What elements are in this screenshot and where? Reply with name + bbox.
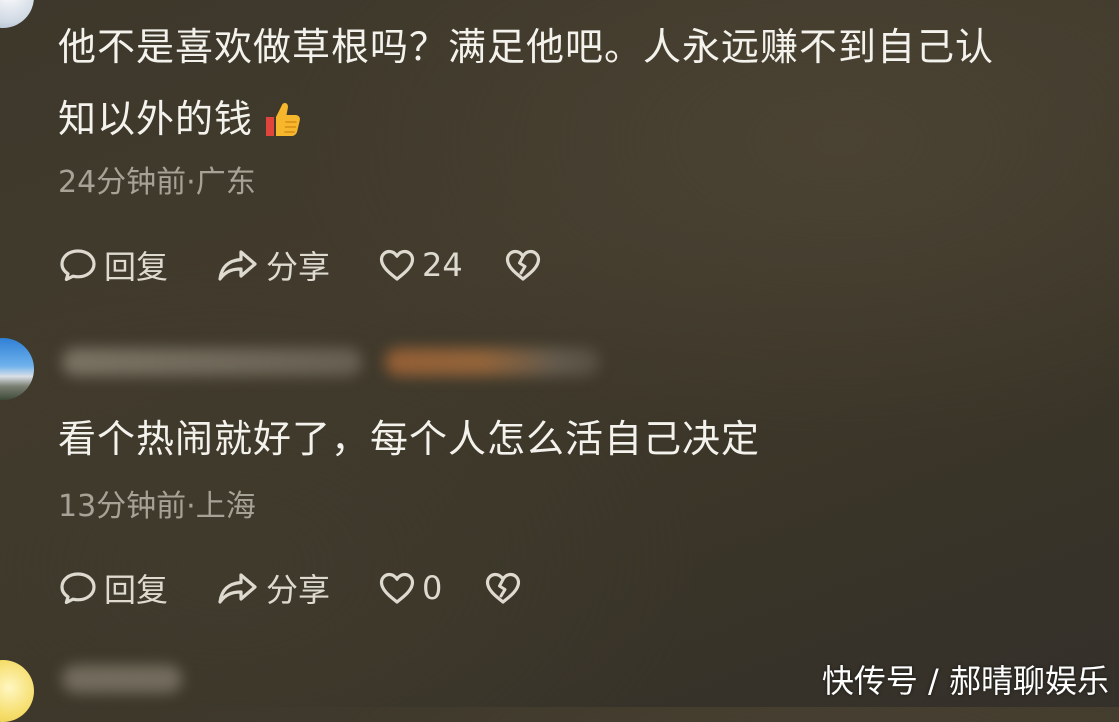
comment-1-reply-button[interactable]: 回复 — [58, 242, 216, 288]
share-arrow-icon — [218, 573, 257, 604]
comment-2-actions: 回复 分享 0 — [58, 566, 522, 610]
reply-bubble-icon — [60, 572, 96, 604]
comment-2-share-button[interactable]: 分享 — [216, 565, 378, 611]
watermark-text: 快传号 / 郝晴聊娱乐 — [821, 662, 1109, 700]
broken-heart-icon — [485, 572, 521, 604]
comment-1-text-line-2: 知以外的钱 — [58, 90, 303, 154]
blurred-username-3[interactable] — [62, 665, 182, 693]
comment-1-dislike-button[interactable] — [504, 248, 542, 282]
comment-1-reply-label: 回复 — [104, 248, 169, 286]
comment-1-text-line-2-content: 知以外的钱 — [58, 97, 254, 141]
heart-icon — [379, 572, 415, 604]
comment-2-text: 看个热闹就好了，每个人怎么活自己决定 — [58, 417, 761, 461]
share-arrow-icon — [218, 250, 257, 281]
reply-bubble-icon — [60, 249, 96, 281]
comment-2-reply-button[interactable]: 回复 — [58, 565, 216, 611]
comment-2-share-label: 分享 — [266, 571, 331, 609]
comment-1-meta: 24分钟前·广东 — [58, 165, 256, 200]
broken-heart-icon — [505, 249, 541, 281]
comment-1-like-count: 24 — [422, 246, 463, 284]
comment-1-actions: 回复 分享 24 — [58, 243, 542, 287]
comment-2-meta: 13分钟前·上海 — [58, 489, 256, 524]
blurred-username-2[interactable] — [62, 348, 362, 376]
user-avatar-3[interactable] — [0, 660, 34, 722]
thumbs-up-icon — [263, 96, 303, 154]
comment-2-like-count: 0 — [422, 569, 443, 607]
comment-1-like-button[interactable]: 24 — [378, 246, 504, 284]
comment-1-share-label: 分享 — [266, 248, 331, 286]
user-avatar-2[interactable] — [0, 338, 34, 400]
comment-1-share-button[interactable]: 分享 — [216, 242, 378, 288]
comment-2-dislike-button[interactable] — [484, 571, 522, 605]
comment-2-like-button[interactable]: 0 — [378, 569, 484, 607]
user-avatar-1[interactable] — [0, 0, 34, 28]
comment-2-reply-label: 回复 — [104, 571, 169, 609]
comment-1-text-line-1: 他不是喜欢做草根吗？满足他吧。人永远赚不到自己认 — [58, 25, 995, 69]
blurred-user-badge-2 — [385, 348, 600, 376]
heart-icon — [379, 249, 415, 281]
